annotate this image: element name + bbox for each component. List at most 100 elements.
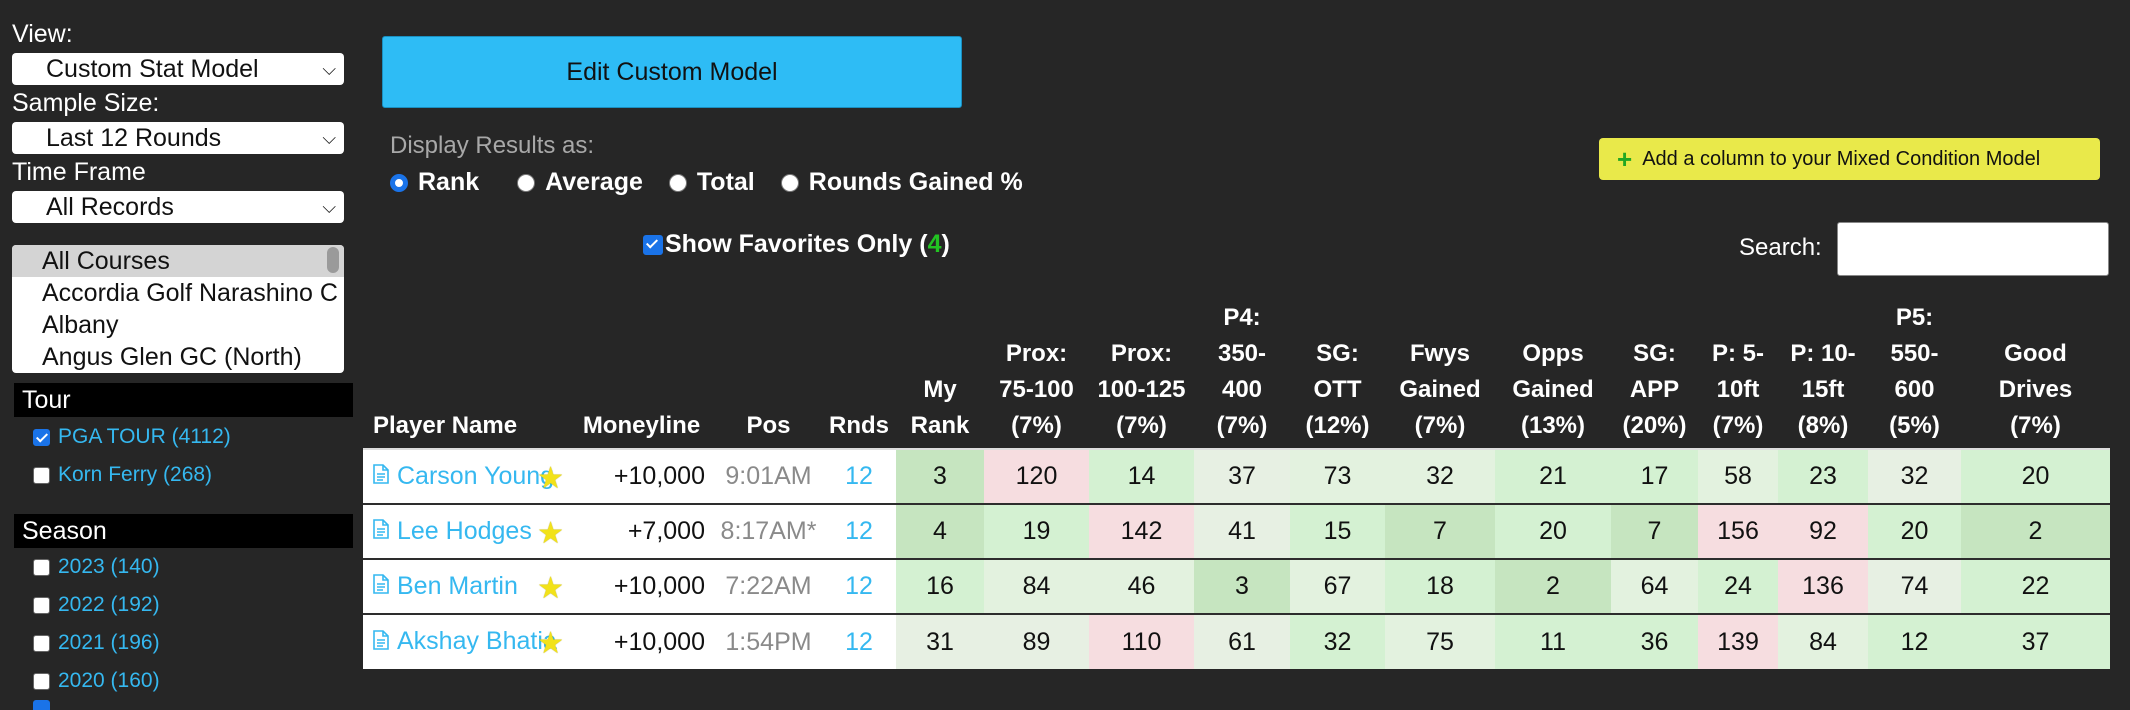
radio-total[interactable] (668, 173, 687, 192)
col-header-stat[interactable]: SG: APP (20%) (1611, 300, 1698, 450)
favorite-star-icon[interactable]: ★ (537, 516, 564, 551)
course-option[interactable]: Accordia Golf Narashino C (12, 277, 344, 309)
show-favorites-toggle[interactable]: Show Favorites Only (4) (643, 230, 950, 259)
stat-cell: 142 (1089, 504, 1194, 559)
col-header-line: Fwys (1409, 340, 1471, 367)
favorites-checkbox[interactable] (643, 234, 663, 255)
search-input[interactable] (1837, 222, 2109, 276)
stat-cell: 32 (1290, 614, 1385, 669)
stat-cell: 92 (1778, 504, 1868, 559)
checkbox[interactable] (33, 466, 50, 484)
player-name-cell[interactable]: Carson Young ★ (363, 449, 568, 504)
table-row[interactable]: Ben Martin ★ +10,000 7:22AM 12 16 84 46 3 67 18 2 64… (363, 559, 2110, 614)
rnds-cell[interactable]: 12 (822, 559, 896, 614)
document-icon[interactable] (373, 572, 389, 601)
rnds-cell[interactable]: 12 (822, 614, 896, 669)
col-header-stat[interactable]: P: 10- 15ft (8%) (1778, 300, 1868, 450)
stat-cell: 23 (1778, 449, 1868, 504)
checkbox[interactable] (33, 672, 50, 690)
col-header-line: (7%) (1116, 412, 1167, 439)
time-frame-select[interactable]: All Records ⌵ (12, 191, 344, 223)
rnds-cell[interactable]: 12 (822, 449, 896, 504)
radio-rank-label[interactable]: Rank (418, 168, 479, 197)
course-list-scrollbar[interactable] (327, 247, 339, 273)
col-header-line: SG: (1633, 340, 1676, 367)
favorite-star-icon[interactable]: ★ (537, 461, 564, 496)
radio-average[interactable] (517, 173, 536, 192)
checkbox[interactable] (33, 634, 50, 652)
radio-rounds-gained[interactable] (780, 173, 799, 192)
tour-filter-korn-ferry[interactable]: Korn Ferry (268) (33, 461, 231, 489)
col-header-stat[interactable]: Prox: 75-100 (7%) (984, 300, 1089, 450)
col-header-player-name[interactable]: Player Name (363, 300, 568, 450)
col-header-stat[interactable]: P: 5- 10ft (7%) (1698, 300, 1778, 450)
document-icon[interactable] (373, 628, 389, 657)
sample-size-select[interactable]: Last 12 Rounds ⌵ (12, 122, 344, 154)
col-header-stat[interactable]: Good Drives (7%) (1961, 300, 2110, 450)
stat-cell: 7 (1385, 504, 1495, 559)
col-header-line: 100-125 (1097, 376, 1186, 403)
col-header-stat[interactable]: P5: 550- 600 (5%) (1868, 300, 1961, 450)
col-header-line: (7%) (2010, 412, 2061, 439)
add-column-button[interactable]: + Add a column to your Mixed Condition M… (1599, 138, 2100, 180)
document-icon[interactable] (373, 517, 389, 546)
radio-total-label[interactable]: Total (697, 168, 755, 197)
col-header-stat[interactable]: Opps Gained (13%) (1495, 300, 1611, 450)
player-name-link[interactable]: Lee Hodges (397, 517, 532, 545)
radio-rank[interactable] (390, 173, 408, 192)
player-name-cell[interactable]: Lee Hodges ★ (363, 504, 568, 559)
stat-cell: 22 (1961, 559, 2110, 614)
checkbox-checked[interactable] (33, 428, 50, 446)
col-header-stat[interactable]: Fwys Gained (7%) (1385, 300, 1495, 450)
favorite-star-icon[interactable]: ★ (537, 571, 564, 606)
season-checkbox-partial[interactable] (33, 700, 50, 710)
stat-cell: 19 (984, 504, 1089, 559)
col-header-pos[interactable]: Pos (715, 300, 822, 450)
display-mode-radio-group: Rank Average Total Rounds Gained % (390, 168, 1023, 197)
tour-filter-pga[interactable]: PGA TOUR (4112) (33, 423, 231, 451)
stat-cell: 16 (896, 559, 984, 614)
stat-cell: 17 (1611, 449, 1698, 504)
checkbox[interactable] (33, 558, 50, 576)
course-option[interactable]: All Courses (12, 245, 344, 277)
rnds-cell[interactable]: 12 (822, 504, 896, 559)
edit-custom-model-button[interactable]: Edit Custom Model (382, 36, 962, 108)
table-row[interactable]: Carson Young ★ +10,000 9:01AM 12 3 120 14 37 73 32… (363, 449, 2110, 504)
col-header-moneyline[interactable]: Moneyline (568, 300, 715, 450)
col-header-stat[interactable]: P4: 350- 400 (7%) (1194, 300, 1290, 450)
player-name-cell[interactable]: Akshay Bhatia ★ (363, 614, 568, 669)
col-header-line: 75-100 (999, 376, 1074, 403)
player-name-link[interactable]: Carson Young (397, 462, 554, 490)
course-list[interactable]: All Courses Accordia Golf Narashino C Al… (12, 245, 344, 373)
col-header-line: 350- (1217, 340, 1267, 367)
moneyline-cell: +10,000 (568, 449, 715, 504)
player-name-link[interactable]: Ben Martin (397, 572, 518, 600)
favorites-label: Show Favorites Only ( (665, 230, 928, 258)
favorite-star-icon[interactable]: ★ (537, 626, 564, 661)
season-filter-2022[interactable]: 2022 (192) (33, 591, 160, 619)
checkbox[interactable] (33, 596, 50, 614)
table-row[interactable]: Akshay Bhatia ★ +10,000 1:54PM 12 31 89 110 61 32… (363, 614, 2110, 669)
stat-cell: 136 (1778, 559, 1868, 614)
col-header-rnds[interactable]: Rnds (822, 300, 896, 450)
radio-average-label[interactable]: Average (545, 168, 643, 197)
player-name-link[interactable]: Akshay Bhatia (397, 627, 557, 655)
player-name-cell[interactable]: Ben Martin ★ (363, 559, 568, 614)
stat-cell: 61 (1194, 614, 1290, 669)
course-option[interactable]: Angus Glen GC (North) (12, 341, 344, 373)
radio-rounds-gained-label[interactable]: Rounds Gained % (809, 168, 1023, 197)
season-filter-2021[interactable]: 2021 (196) (33, 629, 160, 657)
col-header-stat[interactable]: Prox: 100-125 (7%) (1089, 300, 1194, 450)
view-select[interactable]: Custom Stat Model ⌵ (12, 53, 344, 85)
sample-size-select-value: Last 12 Rounds (46, 124, 222, 152)
favorites-label-close: ) (941, 230, 950, 258)
course-option[interactable]: Albany (12, 309, 344, 341)
document-icon[interactable] (373, 462, 389, 491)
table-row[interactable]: Lee Hodges ★ +7,000 8:17AM* 12 4 19 142 41 15 7 20 7… (363, 504, 2110, 559)
season-filter-2023[interactable]: 2023 (140) (33, 553, 160, 581)
col-header-line: Good (2004, 340, 2067, 367)
col-header-stat[interactable]: My Rank (896, 300, 984, 450)
col-header-stat[interactable]: SG: OTT (12%) (1290, 300, 1385, 450)
stat-cell: 67 (1290, 559, 1385, 614)
season-filter-2020[interactable]: 2020 (160) (33, 667, 160, 695)
